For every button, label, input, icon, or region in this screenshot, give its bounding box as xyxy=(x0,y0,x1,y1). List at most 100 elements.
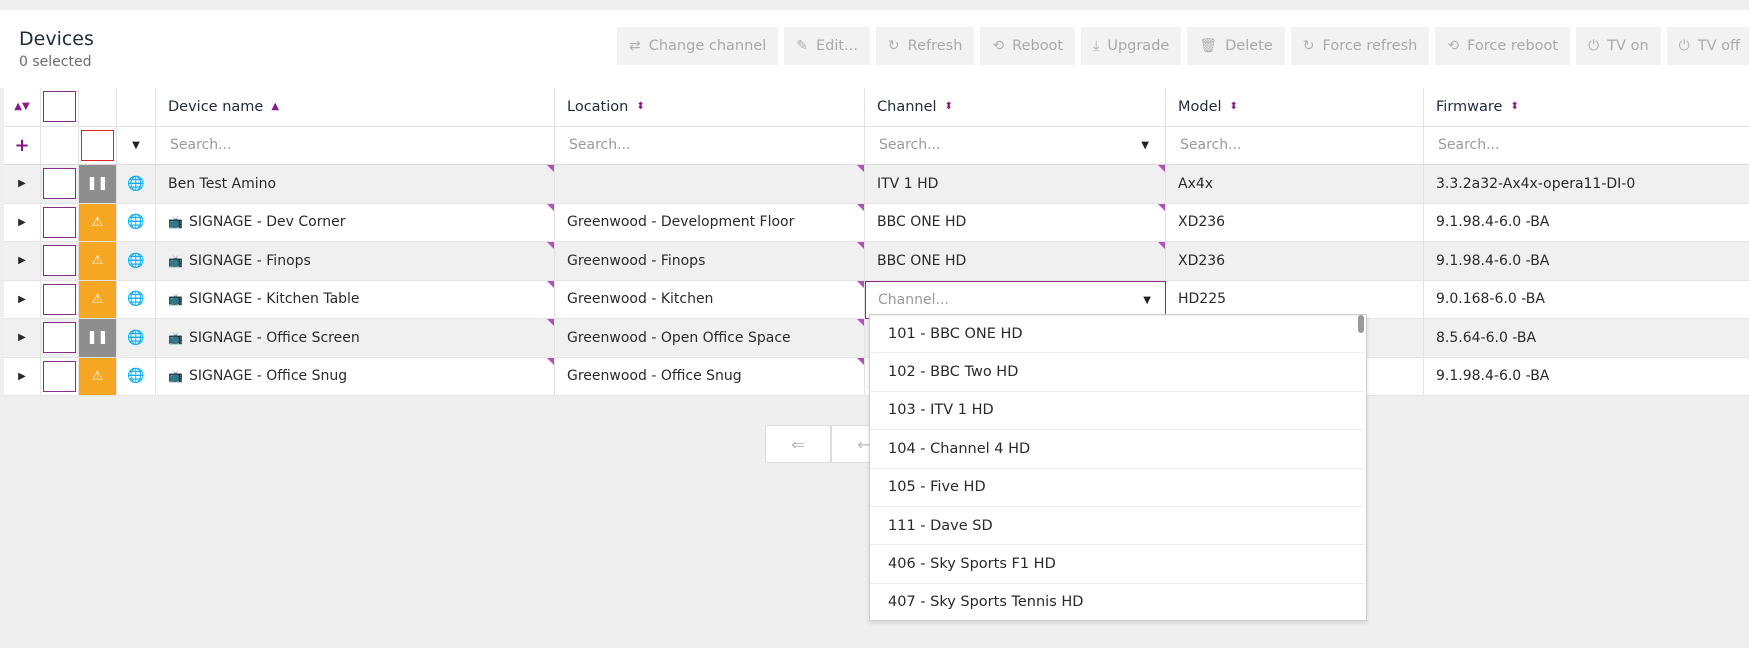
location-cell[interactable] xyxy=(555,165,865,203)
channel-option[interactable]: 111 - Dave SD xyxy=(870,507,1364,546)
edit-label: Edit... xyxy=(815,38,858,54)
tv-icon: 📺 xyxy=(168,292,183,307)
row-checkbox[interactable] xyxy=(43,206,76,238)
row-checkbox-cell xyxy=(41,280,79,318)
channel-option[interactable]: 102 - BBC Two HD xyxy=(870,353,1364,392)
location-cell[interactable]: Greenwood - Development Floor xyxy=(555,203,865,241)
device-name-cell[interactable]: 📺 SIGNAGE - Kitchen Table xyxy=(156,280,555,318)
add-device-button[interactable]: + xyxy=(4,126,41,164)
model-cell[interactable]: XD236 xyxy=(1166,242,1424,280)
channel-option[interactable]: 101 - BBC ONE HD xyxy=(870,315,1364,354)
status-filter-checkbox[interactable] xyxy=(81,129,114,161)
location: Greenwood - Development Floor xyxy=(567,214,795,231)
channel-option[interactable]: 105 - Five HD xyxy=(870,469,1364,507)
expand-row-button[interactable]: ▶ xyxy=(4,203,41,241)
delete-button[interactable]: 🗑 Delete xyxy=(1187,27,1285,65)
table-row[interactable]: ▶ ⚠ 🌐 📺 SIGNAGE - Finops Greenwood - Finops BB… xyxy=(4,242,1749,281)
model-cell[interactable]: XD236 xyxy=(1166,203,1424,241)
type-filter-dropdown[interactable]: ▼ xyxy=(117,126,156,164)
channel-search[interactable] xyxy=(877,136,1142,155)
sort-icon: ⬍ xyxy=(636,101,645,113)
firmware-cell[interactable]: 9.1.98.4-6.0 -BA xyxy=(1424,204,1749,242)
select-all-checkbox[interactable] xyxy=(43,91,76,123)
device-name-cell[interactable]: 📺 SIGNAGE - Office Screen xyxy=(156,319,555,357)
force-reboot-button[interactable]: ⟲ Force reboot xyxy=(1435,27,1571,65)
channel-option[interactable]: 104 - Channel 4 HD xyxy=(870,430,1364,469)
firmware-cell[interactable]: 9.1.98.4-6.0 -BA xyxy=(1424,358,1749,396)
col-model[interactable]: Model ⬍ xyxy=(1166,88,1424,126)
device-name-cell[interactable]: 📺 SIGNAGE - Finops xyxy=(156,242,555,280)
col-location[interactable]: Location ⬍ xyxy=(555,88,865,126)
col-channel[interactable]: Channel ⬍ xyxy=(865,88,1166,126)
table-row[interactable]: ▶ ❚❚ 🌐 Ben Test Amino ITV 1 HD Ax4x 3.3.2a32-A… xyxy=(4,165,1749,204)
location-cell[interactable]: Greenwood - Office Snug xyxy=(555,357,865,395)
row-checkbox[interactable] xyxy=(43,360,76,392)
device-name-cell[interactable]: Ben Test Amino xyxy=(156,165,555,203)
chevron-down-icon[interactable]: ▼ xyxy=(1141,140,1149,151)
edit-icon: ✎ xyxy=(796,38,808,54)
col-model-label: Model xyxy=(1178,98,1222,115)
table-row[interactable]: ▶ ⚠ 🌐 📺 SIGNAGE - Dev Corner Greenwood - Deve… xyxy=(4,203,1749,242)
col-firmware[interactable]: Firmware ⬍ xyxy=(1424,88,1749,126)
channel-cell[interactable]: ITV 1 HD xyxy=(865,165,1166,203)
row-checkbox[interactable] xyxy=(43,322,76,354)
row-checkbox[interactable] xyxy=(43,168,76,200)
force-reboot-icon: ⟲ xyxy=(1447,38,1460,54)
delete-icon: 🗑 xyxy=(1199,38,1218,54)
chevron-down-icon: ▼ xyxy=(1143,294,1151,306)
force-refresh-button[interactable]: ↻ Force refresh xyxy=(1290,27,1430,65)
channel-dropdown: 101 - BBC ONE HD 102 - BBC Two HD 103 - IT… xyxy=(869,314,1367,621)
expand-row-button[interactable]: ▶ xyxy=(4,319,41,357)
location-search[interactable] xyxy=(567,136,864,155)
double-arrow-left-icon: ⇐ xyxy=(791,434,805,454)
col-location-label: Location xyxy=(567,98,629,115)
device-name-cell[interactable]: 📺 SIGNAGE - Office Snug xyxy=(156,357,555,395)
device-name-cell[interactable]: 📺 SIGNAGE - Dev Corner xyxy=(156,203,555,241)
model-search[interactable] xyxy=(1178,136,1423,155)
warning-icon: ⚠ xyxy=(79,280,116,318)
expand-row-button[interactable]: ▶ xyxy=(4,242,41,280)
refresh-button[interactable]: ↻ Refresh xyxy=(875,27,975,65)
model-cell[interactable]: Ax4x xyxy=(1166,165,1424,203)
device-name: Ben Test Amino xyxy=(168,175,277,192)
model-search-cell xyxy=(1166,126,1424,164)
firmware-search-cell xyxy=(1424,127,1749,165)
expand-row-button[interactable]: ▶ xyxy=(4,165,41,203)
row-checkbox[interactable] xyxy=(43,283,76,315)
device-name: SIGNAGE - Kitchen Table xyxy=(188,291,360,308)
channel-option[interactable]: 407 - Sky Sports Tennis HD xyxy=(870,584,1364,620)
row-status-cell: ⚠ xyxy=(79,242,117,280)
change-channel-button[interactable]: ⇄ Change channel xyxy=(617,27,779,65)
firmware-cell[interactable]: 9.1.98.4-6.0 -BA xyxy=(1424,242,1749,280)
model-cell[interactable]: HD225 xyxy=(1166,280,1424,318)
tv-on-button[interactable]: ⏻ TV on xyxy=(1576,27,1661,65)
channel-cell[interactable]: BBC ONE HD xyxy=(865,203,1166,241)
firmware-search[interactable] xyxy=(1436,136,1749,155)
firmware: 9.1.98.4-6.0 -BA xyxy=(1436,214,1550,231)
channel-option[interactable]: 406 - Sky Sports F1 HD xyxy=(870,545,1364,584)
force-reboot-label: Force reboot xyxy=(1467,38,1559,54)
channel-option[interactable]: 103 - ITV 1 HD xyxy=(870,392,1364,431)
sort-icon: ⬍ xyxy=(1229,101,1238,113)
location-cell[interactable]: Greenwood - Kitchen xyxy=(555,280,865,318)
expand-row-button[interactable]: ▶ xyxy=(4,357,41,395)
device-name-search[interactable] xyxy=(168,136,554,155)
sort-all-toggle[interactable]: ▲▼ xyxy=(4,88,41,126)
row-status-cell: ⚠ xyxy=(79,203,117,241)
tv-off-button[interactable]: ⏻ TV off xyxy=(1666,27,1749,65)
expand-row-button[interactable]: ▶ xyxy=(4,280,41,318)
dropdown-scrollbar[interactable] xyxy=(1358,315,1364,333)
location-cell[interactable]: Greenwood - Finops xyxy=(555,242,865,280)
upgrade-button[interactable]: ⤓ Upgrade xyxy=(1081,27,1182,65)
globe-icon: 🌐 xyxy=(127,214,145,231)
row-checkbox[interactable] xyxy=(43,245,76,277)
firmware-cell[interactable]: 3.3.2a32-Ax4x-opera11-DI-0 xyxy=(1424,165,1749,203)
channel-cell[interactable]: BBC ONE HD xyxy=(865,242,1166,280)
reboot-button[interactable]: ⟲ Reboot xyxy=(980,27,1076,65)
firmware-cell[interactable]: 9.0.168-6.0 -BA xyxy=(1424,281,1749,319)
col-device-name[interactable]: Device name ▲ xyxy=(156,88,555,126)
location-cell[interactable]: Greenwood - Open Office Space xyxy=(555,319,865,357)
firmware-cell[interactable]: 8.5.64-6.0 -BA xyxy=(1424,319,1749,357)
edit-button[interactable]: ✎ Edit... xyxy=(784,27,870,65)
first-page-button[interactable]: ⇐ xyxy=(765,425,831,463)
